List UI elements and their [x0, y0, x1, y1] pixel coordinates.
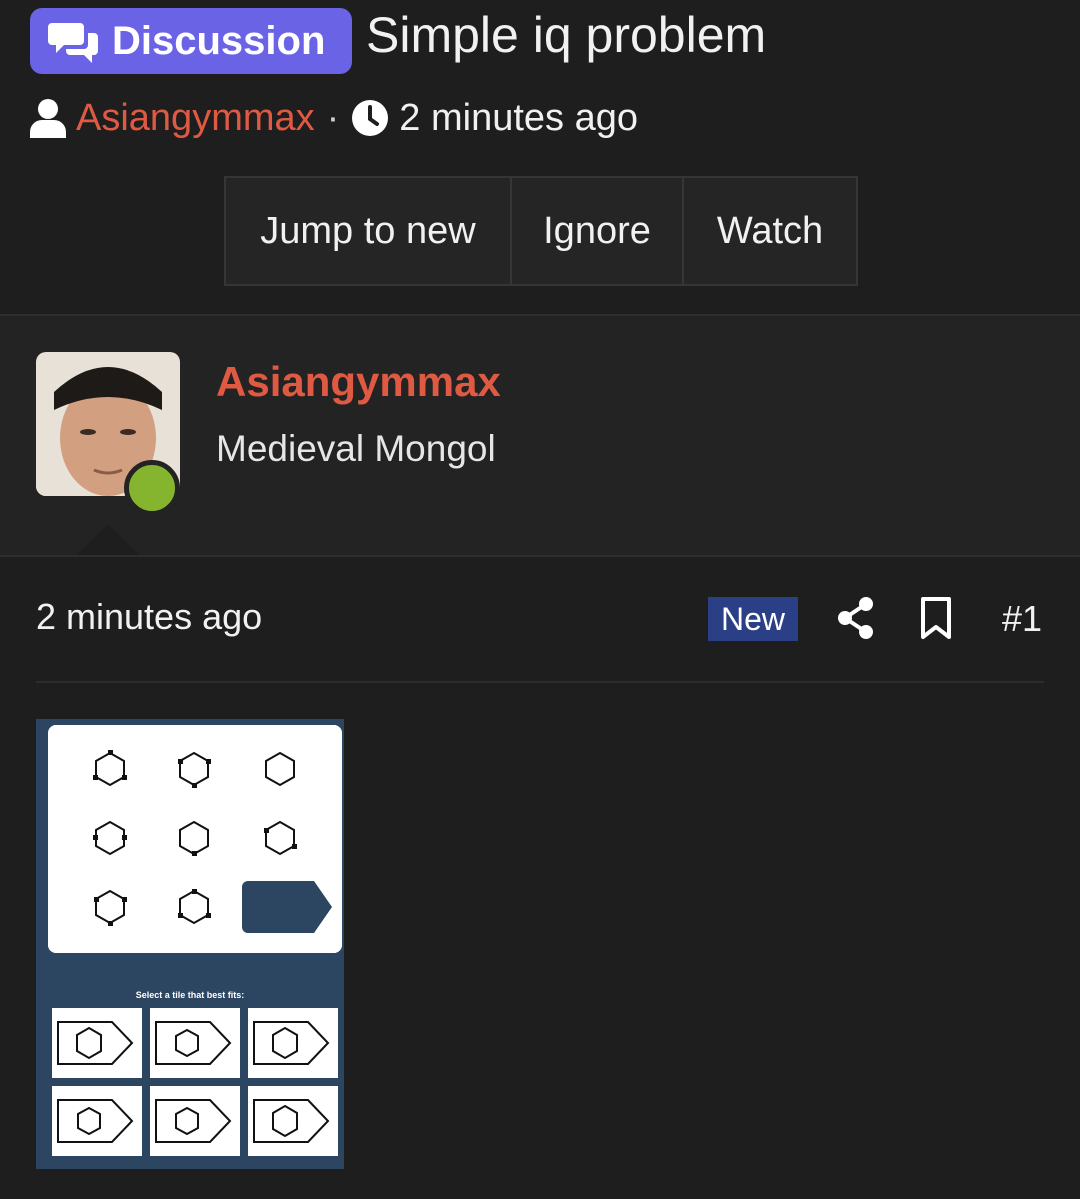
- meta-separator: ·: [326, 96, 340, 139]
- answer-option-4[interactable]: [52, 1086, 142, 1156]
- chat-bubbles-icon: [48, 23, 98, 63]
- answer-option-3[interactable]: [248, 1008, 338, 1078]
- online-status-indicator: [124, 460, 180, 516]
- user-name-link[interactable]: Asiangymmax: [216, 358, 501, 406]
- post-time[interactable]: 2 minutes ago: [36, 596, 262, 638]
- divider: [36, 681, 1044, 683]
- thread-author-link[interactable]: Asiangymmax: [76, 97, 315, 140]
- user-icon: [30, 99, 66, 138]
- post-number-link[interactable]: #1: [1002, 598, 1042, 640]
- thread-title: Simple iq problem: [366, 7, 767, 63]
- jump-to-new-button[interactable]: Jump to new: [226, 178, 512, 284]
- puzzle-grid: [48, 725, 342, 953]
- watch-button[interactable]: Watch: [684, 178, 856, 284]
- answer-option-2[interactable]: [150, 1008, 240, 1078]
- discussion-badge-label: Discussion: [112, 18, 326, 63]
- puzzle-caption: Select a tile that best fits:: [135, 990, 245, 1000]
- clock-icon: [352, 100, 389, 136]
- discussion-badge[interactable]: Discussion: [30, 8, 352, 74]
- share-icon[interactable]: [836, 596, 876, 640]
- ignore-button[interactable]: Ignore: [512, 178, 684, 284]
- panel-pointer: [76, 524, 140, 556]
- thread-time: 2 minutes ago: [399, 96, 639, 139]
- answer-option-5[interactable]: [150, 1086, 240, 1156]
- thread-action-bar: Jump to new Ignore Watch: [224, 176, 858, 286]
- thread-meta: Asiangymmax · 2 minutes ago: [30, 92, 638, 144]
- divider: [0, 555, 1080, 557]
- answer-option-1[interactable]: [52, 1008, 142, 1078]
- answer-option-6[interactable]: [248, 1086, 338, 1156]
- new-badge: New: [708, 597, 798, 641]
- bookmark-icon[interactable]: [918, 596, 954, 640]
- user-title: Medieval Mongol: [216, 428, 496, 469]
